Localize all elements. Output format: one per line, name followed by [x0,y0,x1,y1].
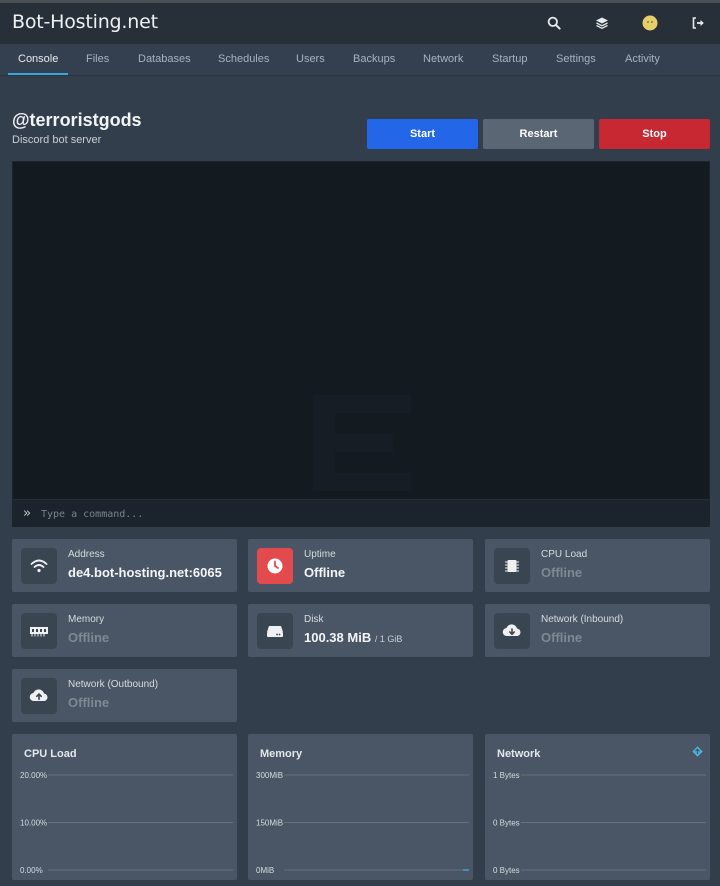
y-tick-label: 0 Bytes [493,866,520,875]
uptime-label: Uptime [304,549,336,560]
avatar[interactable] [641,14,659,32]
disk-value: 100.38 MiB [304,630,372,645]
y-tick-label: 0 Bytes [493,819,520,828]
uptime-value: Offline [304,565,346,580]
y-tick-label: 10.00% [20,819,47,828]
disk-icon [257,613,293,649]
tab-users[interactable]: Users [296,53,325,65]
wifi-icon [21,548,57,584]
stat-card-network-inbound: Network (Inbound) Offline [485,604,710,657]
console-terminal[interactable]: » [12,161,710,527]
y-tick-label: 20.00% [20,771,47,780]
tab-settings[interactable]: Settings [556,53,596,65]
active-tab-indicator [8,73,68,75]
server-description: Discord bot server [12,134,102,146]
cloud-upload-icon [21,678,57,714]
chip-icon [494,548,530,584]
brand-title[interactable]: Bot-Hosting.net [12,11,158,33]
memory-chart-title: Memory [260,748,303,760]
stat-card-memory: Memory Offline [12,604,237,657]
address-label: Address [68,549,105,560]
stat-card-cpu: CPU Load Offline [485,539,710,592]
console-command-bar: » [13,499,709,527]
logout-icon[interactable] [689,14,707,32]
tab-schedules[interactable]: Schedules [218,53,269,65]
layers-icon[interactable] [593,14,611,32]
console-watermark-logo [313,395,411,496]
memory-icon [21,613,57,649]
cpu-label: CPU Load [541,549,588,560]
disk-value-row: 100.38 MiB / 1 GiB [304,630,402,645]
y-tick-label: 150MiB [256,819,283,828]
cpu-chart-title: CPU Load [24,748,77,760]
console-prompt-icon: » [23,506,31,521]
stop-button[interactable]: Stop [599,119,710,149]
y-tick-label: 0.00% [20,866,43,875]
tab-network[interactable]: Network [423,53,463,65]
cpu-value: Offline [541,565,583,580]
tab-backups[interactable]: Backups [353,53,395,65]
network-chart-title: Network [497,748,541,760]
network-outbound-label: Network (Outbound) [68,679,159,690]
memory-label: Memory [68,614,105,625]
disk-limit: / 1 GiB [374,634,403,644]
search-icon[interactable] [545,14,563,32]
y-tick-label: 0MiB [256,866,274,875]
start-button[interactable]: Start [367,119,478,149]
tab-activity[interactable]: Activity [625,53,660,65]
console-command-input[interactable] [41,505,681,523]
y-tick-label: 300MiB [256,771,283,780]
tab-databases[interactable]: Databases [138,53,191,65]
network-chart: 1 Bytes 0 Bytes 0 Bytes Network [485,734,710,880]
stat-card-uptime: Uptime Offline [248,539,473,592]
tab-files[interactable]: Files [86,53,109,65]
address-value[interactable]: de4.bot-hosting.net:6065 [68,565,222,580]
stat-card-disk: Disk 100.38 MiB / 1 GiB [248,604,473,657]
stat-card-network-outbound: Network (Outbound) Offline [12,669,237,722]
restart-button[interactable]: Restart [483,119,594,149]
y-tick-label: 1 Bytes [493,771,520,780]
clock-icon [257,548,293,584]
network-inbound-label: Network (Inbound) [541,614,624,625]
server-tabs: Console Files Databases Schedules Users … [0,44,720,76]
tab-console[interactable]: Console [18,53,58,65]
cpu-load-chart: 20.00% 10.00% 0.00% CPU Load [12,734,237,880]
stat-card-address: Address de4.bot-hosting.net:6065 [12,539,237,592]
memory-chart: 300MiB 150MiB 0MiB Memory [248,734,473,880]
network-inbound-value: Offline [541,630,583,645]
server-name: @terroristgods [12,110,142,130]
cloud-download-icon [494,613,530,649]
tab-startup[interactable]: Startup [492,53,527,65]
top-navigation-bar: Bot-Hosting.net [0,0,720,44]
network-outbound-value: Offline [68,695,110,710]
disk-label: Disk [304,614,324,625]
memory-value: Offline [68,630,110,645]
